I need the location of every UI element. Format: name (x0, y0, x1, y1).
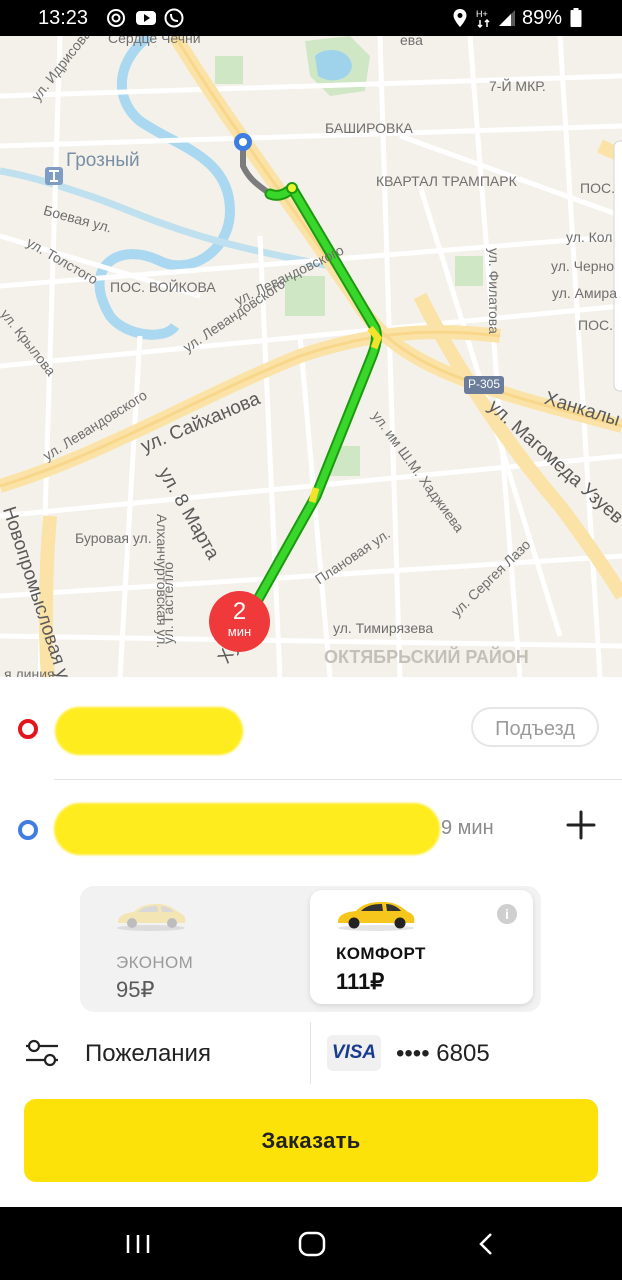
order-sheet: Подъезд 9 мин ЭКОНОМ 95₽ i КОМФОРТ 111₽ … (0, 677, 622, 1207)
wishes-button[interactable]: Пожелания (0, 1022, 310, 1084)
phone-call-icon (164, 8, 184, 28)
tariff-comfort-price: 111₽ (336, 969, 385, 994)
map-label-grozny: Грозный (66, 150, 140, 171)
sliders-icon (26, 1039, 58, 1067)
battery-icon (570, 8, 582, 27)
pickup-address-redacted (55, 707, 243, 755)
at-sign-icon (107, 9, 125, 27)
tariff-comfort-name: КОМФОРТ (336, 944, 426, 963)
tariff-econom-name: ЭКОНОМ (116, 953, 194, 972)
status-time: 13:23 (38, 7, 89, 29)
map-label-r305: Р-305 (468, 377, 501, 391)
car-econom-icon (117, 904, 186, 931)
recent-apps-icon[interactable] (124, 1233, 152, 1255)
map-label-mkr7: 7-Й МКР. (489, 78, 546, 94)
card-number: •••• 6805 (396, 1040, 490, 1067)
map-label-serdtse: Сердце Чечни (108, 36, 201, 46)
map-canvas (0, 36, 622, 677)
tariff-comfort[interactable]: i КОМФОРТ 111₽ (310, 890, 533, 1004)
entrance-button[interactable]: Подъезд (471, 707, 599, 747)
mobile-data-icon: H+ (476, 9, 490, 28)
route-time: 9 мин (441, 817, 494, 839)
map-label-timiryazeva: ул. Тимирязева (333, 620, 434, 636)
map-label-bashirovka: БАШИРОВКА (325, 120, 413, 136)
svg-text:H+: H+ (476, 9, 488, 19)
metro-station-icon (45, 167, 63, 185)
eta-value: 2 (232, 598, 247, 625)
tariff-econom-price: 95₽ (116, 977, 155, 1002)
tariff-selector: ЭКОНОМ 95₽ i КОМФОРТ 111₽ (80, 886, 541, 1012)
signal-icon (499, 10, 515, 26)
map-label-filatova: ул. Филатова (486, 248, 502, 334)
map-label-alkhanchurt: Алханчуртовская ул. (154, 514, 170, 649)
map-label-pos-right2: ПОС. (578, 317, 613, 333)
pickup-eta-badge: 2 мин (209, 591, 270, 652)
system-nav-bar (0, 1207, 622, 1280)
map-label-amir: ул. Амира (552, 285, 617, 301)
location-icon (453, 9, 467, 27)
back-icon[interactable] (476, 1231, 496, 1257)
map-label-voykova: ПОС. ВОЙКОВА (110, 279, 216, 295)
map-label-pos-right: ПОС. (580, 180, 615, 196)
add-stop-button[interactable] (563, 807, 599, 843)
map-label-burovaya: Буровая ул. (75, 530, 152, 546)
youtube-icon (136, 11, 156, 25)
map-label-trampark: КВАРТАЛ ТРАМПАРК (376, 173, 517, 189)
map-label-kol: ул. Кол (566, 229, 613, 245)
destination-point-icon (18, 820, 38, 840)
battery-percent: 89% (521, 7, 562, 29)
tariff-info-icon[interactable]: i (497, 904, 517, 924)
destination-address-redacted (54, 803, 440, 855)
map-view[interactable]: Сердце Чечни ева ул. Идрисова 7-Й МКР. Г… (0, 36, 622, 677)
status-bar: 13:23 H+ 89% (0, 0, 622, 36)
pickup-point-icon (18, 719, 38, 739)
eta-unit: мин (227, 624, 252, 639)
payment-method-button[interactable]: VISA •••• 6805 (311, 1022, 622, 1084)
map-label-chern: ул. Черно (551, 258, 615, 274)
wishes-label: Пожелания (85, 1040, 211, 1067)
tariff-econom[interactable]: ЭКОНОМ 95₽ (80, 886, 305, 1012)
visa-card-icon: VISA (327, 1035, 381, 1071)
order-button[interactable]: Заказать (24, 1099, 598, 1182)
map-label-oktyabr: ОКТЯБРЬСКИЙ РАЙОН (324, 647, 529, 667)
destination-address-row[interactable] (0, 780, 622, 880)
home-icon[interactable] (298, 1231, 326, 1257)
map-label-liniya: я линия (4, 666, 55, 677)
car-comfort-icon (338, 902, 415, 931)
map-label-eva: ева (400, 36, 423, 48)
pickup-address-row[interactable]: Подъезд (0, 677, 622, 777)
